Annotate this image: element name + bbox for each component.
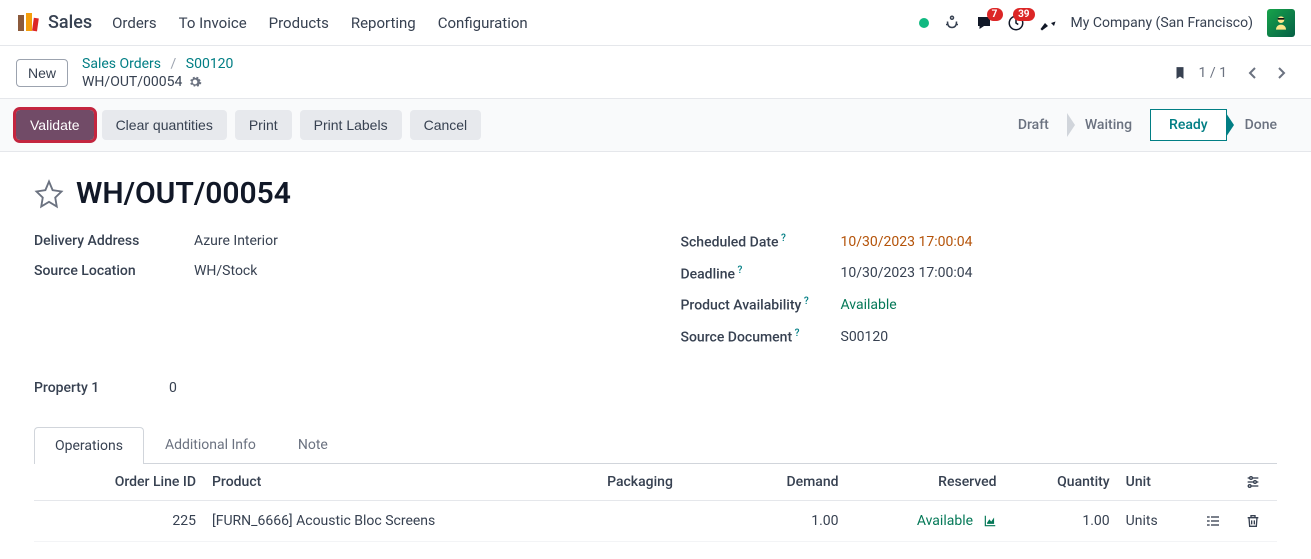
col-packaging[interactable]: Packaging: [599, 464, 734, 501]
print-labels-button[interactable]: Print Labels: [300, 110, 402, 140]
pager-count: 1 / 1: [1199, 65, 1227, 81]
tab-note[interactable]: Note: [277, 426, 349, 463]
product-availability-label: Product Availability: [681, 296, 841, 314]
content: WH/OUT/00054 Delivery Address Azure Inte…: [0, 152, 1311, 554]
forecast-icon[interactable]: [983, 514, 997, 528]
activities-badge: 39: [1013, 8, 1034, 21]
tabs: Operations Additional Info Note: [34, 426, 1277, 464]
company-selector[interactable]: My Company (San Francisco): [1071, 15, 1253, 31]
nav-links: Orders To Invoice Products Reporting Con…: [112, 14, 918, 32]
property-1-value[interactable]: 0: [169, 380, 177, 396]
tab-additional-info[interactable]: Additional Info: [144, 426, 277, 463]
nav-right: 7 39 My Company (San Francisco): [919, 9, 1295, 37]
cell-order-line-id: 225: [74, 500, 204, 541]
col-unit[interactable]: Unit: [1118, 464, 1197, 501]
source-document-value[interactable]: S00120: [841, 329, 889, 345]
deadline-value[interactable]: 10/30/2023 17:00:04: [841, 265, 973, 281]
col-product[interactable]: Product: [204, 464, 599, 501]
table-row[interactable]: 225 [FURN_6666] Acoustic Bloc Screens 1.…: [34, 500, 1277, 541]
breadcrumb-order[interactable]: S00120: [186, 56, 234, 72]
new-button[interactable]: New: [16, 59, 68, 87]
form-grid: Delivery Address Azure Interior Source L…: [34, 233, 1277, 360]
status-waiting[interactable]: Waiting: [1067, 110, 1150, 140]
title-row: WH/OUT/00054: [34, 176, 1277, 211]
action-bar: Validate Clear quantities Print Print La…: [0, 98, 1311, 152]
delivery-address-label: Delivery Address: [34, 233, 194, 249]
nav-link-configuration[interactable]: Configuration: [438, 14, 528, 32]
tools-icon[interactable]: [1039, 14, 1057, 32]
star-icon[interactable]: [34, 179, 64, 209]
reserved-status: Available: [917, 513, 973, 529]
pager-next-button[interactable]: [1267, 59, 1295, 87]
tab-operations[interactable]: Operations: [34, 427, 144, 464]
breadcrumb: Sales Orders / S00120 WH/OUT/00054: [82, 56, 233, 90]
activities-icon[interactable]: 39: [1007, 14, 1025, 32]
detailed-operations-icon[interactable]: [1205, 513, 1229, 529]
source-location-value[interactable]: WH/Stock: [194, 263, 257, 279]
delivery-address-value[interactable]: Azure Interior: [194, 233, 278, 249]
breadcrumb-sales-orders[interactable]: Sales Orders: [82, 56, 161, 72]
status-done[interactable]: Done: [1227, 110, 1295, 140]
nav-link-to-invoice[interactable]: To Invoice: [179, 14, 247, 32]
cell-unit[interactable]: Units: [1118, 500, 1197, 541]
col-quantity[interactable]: Quantity: [1005, 464, 1118, 501]
source-location-label: Source Location: [34, 263, 194, 279]
property-1-label: Property 1: [34, 380, 169, 396]
col-order-line-id[interactable]: Order Line ID: [74, 464, 204, 501]
breadcrumb-current: WH/OUT/00054: [82, 74, 182, 90]
product-availability-value: Available: [841, 297, 897, 313]
nav-link-reporting[interactable]: Reporting: [351, 14, 416, 32]
status-bar: Draft Waiting Ready Done: [1000, 109, 1295, 141]
app-icon[interactable]: [16, 11, 40, 35]
debug-icon[interactable]: [943, 14, 961, 32]
pager-prev-button[interactable]: [1239, 59, 1267, 87]
form-col-right: Scheduled Date 10/30/2023 17:00:04 Deadl…: [681, 233, 1278, 360]
app-name[interactable]: Sales: [48, 12, 92, 33]
bookmark-icon[interactable]: [1173, 65, 1187, 81]
cell-packaging[interactable]: [599, 500, 734, 541]
scheduled-date-label: Scheduled Date: [681, 233, 841, 251]
delete-row-icon[interactable]: [1245, 513, 1269, 529]
document-title: WH/OUT/00054: [76, 176, 291, 211]
nav-link-orders[interactable]: Orders: [112, 14, 157, 32]
form-col-left: Delivery Address Azure Interior Source L…: [34, 233, 631, 360]
breadcrumb-sep: /: [171, 56, 177, 72]
status-draft[interactable]: Draft: [1000, 110, 1067, 140]
cell-reserved: Available: [847, 500, 1005, 541]
nav-link-products[interactable]: Products: [269, 14, 329, 32]
status-dot-icon: [919, 18, 929, 28]
gear-icon[interactable]: [188, 75, 202, 89]
cell-demand[interactable]: 1.00: [734, 500, 846, 541]
table-settings-icon[interactable]: [1245, 474, 1269, 490]
control-bar: New Sales Orders / S00120 WH/OUT/00054 1…: [0, 46, 1311, 98]
cancel-button[interactable]: Cancel: [410, 110, 482, 140]
validate-button[interactable]: Validate: [16, 110, 94, 140]
scheduled-date-value[interactable]: 10/30/2023 17:00:04: [841, 234, 973, 250]
messages-badge: 7: [987, 8, 1003, 21]
col-demand[interactable]: Demand: [734, 464, 846, 501]
messages-icon[interactable]: 7: [975, 14, 993, 32]
user-avatar[interactable]: [1267, 9, 1295, 37]
top-nav: Sales Orders To Invoice Products Reporti…: [0, 0, 1311, 46]
print-button[interactable]: Print: [235, 110, 292, 140]
operations-table: Order Line ID Product Packaging Demand R…: [34, 464, 1277, 542]
deadline-label: Deadline: [681, 265, 841, 283]
pager: 1 / 1: [1173, 59, 1295, 87]
cell-quantity[interactable]: 1.00: [1005, 500, 1118, 541]
status-ready[interactable]: Ready: [1150, 109, 1227, 141]
clear-quantities-button[interactable]: Clear quantities: [102, 110, 227, 140]
cell-product[interactable]: [FURN_6666] Acoustic Bloc Screens: [204, 500, 599, 541]
source-document-label: Source Document: [681, 328, 841, 346]
col-reserved[interactable]: Reserved: [847, 464, 1005, 501]
